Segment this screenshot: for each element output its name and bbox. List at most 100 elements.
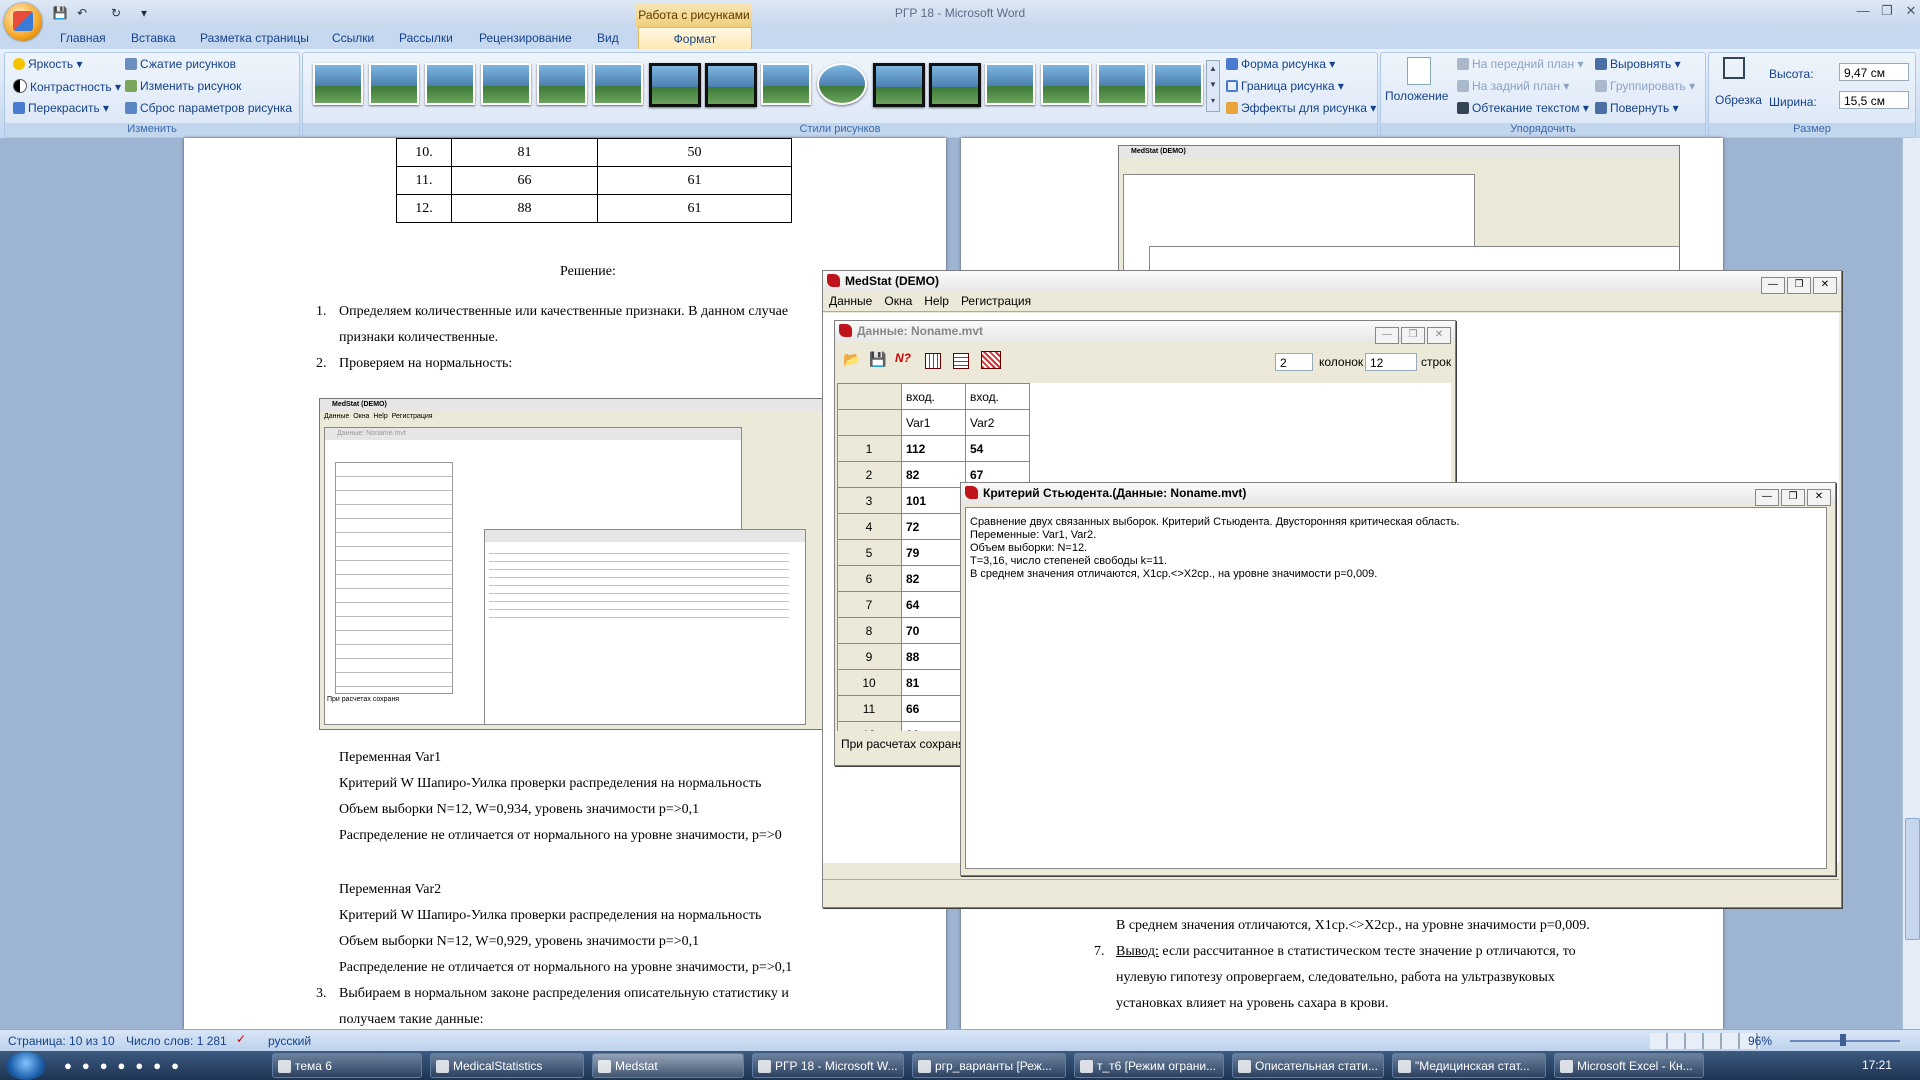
group-button[interactable]: Группировать ▾ [1595,79,1695,93]
close-button[interactable]: ✕ [1427,327,1451,344]
menu-registration[interactable]: Регистрация [961,294,1031,308]
student-test-titlebar[interactable]: Критерий Стьюдента.(Данные: Noname.mvt) … [961,483,1835,506]
insert-row-icon[interactable] [953,353,969,369]
embedded-screenshot-right[interactable]: MedStat (DEMO) [1118,145,1680,272]
columns-spinner[interactable]: 2 [1275,353,1313,371]
change-picture-button[interactable]: Изменить рисунок [125,79,241,93]
clock[interactable]: 17:21 [1862,1058,1892,1072]
close-button[interactable]: ✕ [1813,277,1837,294]
taskbar-item[interactable]: Microsoft Excel - Кн... [1554,1053,1704,1078]
taskbar-item[interactable]: т_т6 [Режим ограни... [1074,1053,1224,1078]
grid-header-cell[interactable]: вход. [901,383,966,410]
height-input[interactable]: 9,47 см [1839,63,1909,81]
data-window-titlebar[interactable]: Данные: Noname.mvt — ❐ ✕ [835,321,1455,344]
maximize-button[interactable]: ❐ [1787,277,1811,294]
grid-cell[interactable]: 101 [901,487,966,514]
minimize-button[interactable]: — [1755,489,1779,506]
picture-style-thumb[interactable] [873,63,925,107]
crop-button[interactable]: Обрезка [1715,93,1762,107]
taskbar-item[interactable]: РГР 18 - Microsoft W... [752,1053,904,1078]
scroll-thumb[interactable] [1905,818,1920,940]
picture-style-thumb[interactable] [985,63,1035,105]
picture-style-thumb[interactable] [313,63,363,105]
tab-review[interactable]: Рецензирование [479,31,572,47]
picture-style-thumb[interactable] [593,63,643,105]
grid-header-cell[interactable]: Var1 [901,409,966,436]
align-button[interactable]: Выровнять ▾ [1595,57,1681,71]
picture-style-thumb[interactable] [817,63,867,105]
tab-format[interactable]: Формат [638,27,752,50]
grid-cell[interactable]: 54 [965,435,1030,462]
grid-cell[interactable]: 82 [901,565,966,592]
brightness-button[interactable]: Яркость ▾ [13,57,83,71]
taskbar-item[interactable]: Medstat [592,1053,744,1078]
minimize-button[interactable]: — [1761,277,1785,294]
grid-cell[interactable]: 66 [901,695,966,722]
picture-style-thumb[interactable] [369,63,419,105]
vertical-scrollbar[interactable] [1902,138,1920,1029]
taskbar-item[interactable]: ргр_варианты [Реж... [912,1053,1066,1078]
insert-column-icon[interactable] [925,353,941,369]
width-input[interactable]: 15,5 см [1839,91,1909,109]
picture-effects-button[interactable]: Эффекты для рисунка ▾ [1226,101,1376,115]
styles-scroll-icon[interactable]: ▲ ▼ ▾ [1206,60,1220,112]
taskbar-item[interactable]: "Медицинская стат... [1392,1053,1546,1078]
student-test-window[interactable]: Критерий Стьюдента.(Данные: Noname.mvt) … [960,482,1836,876]
minimize-button[interactable]: — [1850,2,1876,20]
grid-cell[interactable]: 82 [901,461,966,488]
taskbar-item[interactable]: MedicalStatistics [430,1053,584,1078]
grid-header-cell[interactable]: Var2 [965,409,1030,436]
send-back-button[interactable]: На задний план ▾ [1457,79,1569,93]
picture-style-thumb[interactable] [1097,63,1147,105]
start-button[interactable] [6,1052,46,1080]
grid-header-cell[interactable]: вход. [965,383,1030,410]
tab-insert[interactable]: Вставка [131,31,176,47]
picture-style-thumb[interactable] [537,63,587,105]
rows-spinner[interactable]: 12 [1365,353,1417,371]
picture-style-thumb[interactable] [1153,63,1203,105]
menu-data[interactable]: Данные [829,294,872,308]
office-button[interactable] [4,3,42,41]
tab-mailings[interactable]: Рассылки [399,31,453,47]
minimize-button[interactable]: — [1375,327,1399,344]
picture-style-thumb[interactable] [929,63,981,107]
close-button[interactable]: ✕ [1898,2,1920,20]
grid-cell[interactable]: 70 [901,617,966,644]
picture-style-thumb[interactable] [705,63,757,107]
open-folder-icon[interactable]: 📂 [843,351,860,368]
maximize-button[interactable]: ❐ [1874,2,1900,20]
menu-help[interactable]: Help [924,294,949,308]
contrast-button[interactable]: Контрастность ▾ [13,79,121,94]
grid-cell[interactable]: 81 [901,669,966,696]
compress-button[interactable]: Сжатие рисунков [125,57,236,71]
recolor-button[interactable]: Перекрасить ▾ [13,101,109,115]
spellcheck-icon[interactable]: ✓ [236,1032,246,1046]
picture-shape-button[interactable]: Форма рисунка ▾ [1226,57,1335,71]
medstat-titlebar[interactable]: MedStat (DEMO) — ❐ ✕ [823,271,1841,294]
picture-style-thumb[interactable] [761,63,811,105]
language-indicator[interactable]: русский [268,1034,311,1048]
picture-border-button[interactable]: Граница рисунка ▾ [1226,79,1344,93]
save-file-icon[interactable]: 💾 [869,351,886,368]
reset-picture-button[interactable]: Сброс параметров рисунка [125,101,292,115]
page-counter[interactable]: Страница: 10 из 10 [8,1034,115,1048]
picture-style-thumb[interactable] [649,63,701,107]
tab-home[interactable]: Главная [60,31,106,47]
view-buttons[interactable] [1650,1033,1760,1049]
picture-style-thumb[interactable] [481,63,531,105]
rotate-button[interactable]: Повернуть ▾ [1595,101,1679,115]
position-button[interactable]: Положение [1385,89,1448,103]
picture-style-thumb[interactable] [425,63,475,105]
taskbar-item[interactable]: Описательная стати... [1232,1053,1384,1078]
number-icon[interactable]: N? [895,351,911,365]
bring-front-button[interactable]: На передний план ▾ [1457,57,1583,71]
tab-references[interactable]: Ссылки [332,31,374,47]
word-count[interactable]: Число слов: 1 281 [126,1034,227,1048]
quick-launch-icons[interactable]: ●●●●●●● [64,1058,254,1074]
text-wrap-button[interactable]: Обтекание текстом ▾ [1457,101,1589,115]
grid-cell[interactable]: 79 [901,539,966,566]
grid-cell[interactable]: 112 [901,435,966,462]
report-icon[interactable] [981,351,1001,369]
maximize-button[interactable]: ❐ [1781,489,1805,506]
tab-view[interactable]: Вид [597,31,619,47]
